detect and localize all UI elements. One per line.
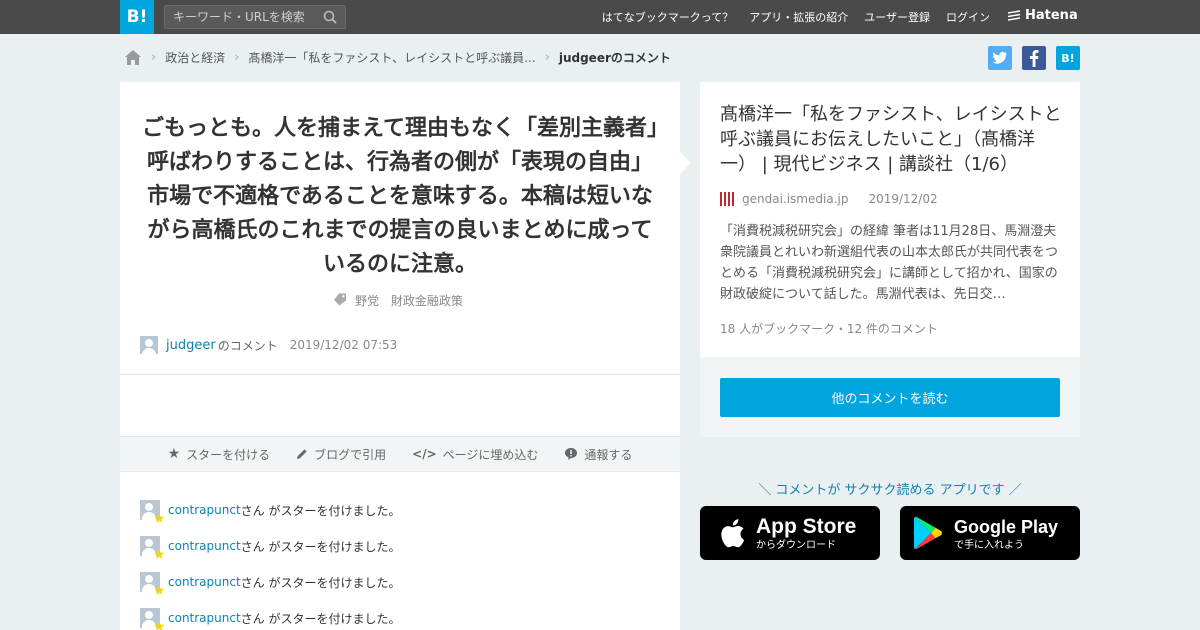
article-card: 髙橋洋一「私をファシスト、レイシストと呼ぶ議員にお伝えしたいこと」（髙橋洋一） … <box>700 82 1080 357</box>
star-badge-icon: ★ <box>153 511 166 527</box>
google-play-subtitle: で手に入れよう <box>954 539 1024 551</box>
comment-author-suffix: のコメント <box>217 338 278 353</box>
star-user[interactable]: contrapunct <box>168 539 241 553</box>
comment-author-row: judgeer のコメント 2019/12/02 07:53 <box>140 335 397 355</box>
top-nav: はてなブックマークって？ アプリ・拡張の紹介 ユーザー登録 ログイン <box>602 0 990 34</box>
twitter-share-button[interactable] <box>988 46 1012 70</box>
star-badge-icon: ★ <box>153 583 166 599</box>
star-text: さん がスターを付けました。 <box>240 575 401 590</box>
search-input[interactable] <box>165 6 315 28</box>
star-list: ★ contrapunct さん がスターを付けました。 ★ contrapun… <box>140 492 401 630</box>
site-favicon-icon <box>720 192 734 206</box>
app-store-badge[interactable]: App Store からダウンロード <box>700 506 880 560</box>
blog-quote-button[interactable]: ブログで引用 <box>296 446 386 463</box>
twitter-icon <box>992 51 1007 64</box>
tag-icon <box>334 293 347 306</box>
embed-label: ページに埋め込む <box>442 447 539 462</box>
add-star-button[interactable]: ★ スターを付ける <box>168 446 271 463</box>
search-box[interactable] <box>164 5 346 29</box>
read-more-comments-button[interactable]: 他のコメントを読む <box>720 378 1060 417</box>
nav-apps[interactable]: アプリ・拡張の紹介 <box>749 9 848 25</box>
breadcrumb-article[interactable]: 髙橋洋一「私をファシスト、レイシストと呼ぶ議員... <box>248 49 535 66</box>
star-icon: ★ <box>167 446 181 462</box>
app-store-title: App Store <box>756 514 857 538</box>
tag-link[interactable]: 野党 <box>355 294 379 308</box>
star-user[interactable]: contrapunct <box>168 503 241 517</box>
pencil-icon <box>297 449 307 459</box>
app-store-subtitle: からダウンロード <box>756 539 836 551</box>
breadcrumb-current: judgeerのコメント <box>558 50 671 65</box>
tag-link[interactable]: 財政金融政策 <box>391 294 463 308</box>
article-title[interactable]: 髙橋洋一「私をファシスト、レイシストと呼ぶ議員にお伝えしたいこと」（髙橋洋一） … <box>720 102 1065 177</box>
report-label: 通報する <box>584 447 633 462</box>
app-promo-text: ＼ コメントが サクサク読める アプリです ／ <box>758 483 1022 498</box>
star-text: さん がスターを付けました。 <box>240 503 401 518</box>
list-item: ★ contrapunct さん がスターを付けました。 <box>140 564 401 600</box>
nav-login[interactable]: ログイン <box>946 9 990 25</box>
comment-tags: 野党 財政金融政策 <box>120 292 680 309</box>
article-meta: gendai.ismedia.jp 2019/12/02 <box>720 192 938 206</box>
list-item: ★ contrapunct さん がスターを付けました。 <box>140 528 401 564</box>
search-icon[interactable] <box>323 10 337 24</box>
google-play-badge[interactable]: Google Play で手に入れよう <box>900 506 1080 560</box>
home-icon[interactable] <box>124 49 142 66</box>
google-play-title: Google Play <box>954 516 1059 537</box>
bookmark-count[interactable]: 18 人がブックマーク・12 件のコメント <box>720 320 938 337</box>
star-badge-icon: ★ <box>153 547 166 563</box>
star-text: さん がスターを付けました。 <box>240 539 401 554</box>
article-date: 2019/12/02 <box>868 192 938 206</box>
star-badge-icon: ★ <box>153 619 166 630</box>
star-text: さん がスターを付けました。 <box>240 611 401 626</box>
comment-actions: ★ スターを付ける ブログで引用 </> ページに埋め込む 通報する <box>120 436 680 472</box>
nav-about[interactable]: はてなブックマークって？ <box>602 9 733 25</box>
comment-datetime[interactable]: 2019/12/02 07:53 <box>290 338 398 352</box>
add-star-label: スターを付ける <box>186 447 271 462</box>
comment-text: ごもっとも。人を捕まえて理由もなく「差別主義者」呼ばわりすることは、行為者の側が… <box>142 116 658 277</box>
chevron-right-icon: › <box>151 49 157 65</box>
breadcrumb: › 政治と経済 › 髙橋洋一「私をファシスト、レイシストと呼ぶ議員... › j… <box>124 46 671 68</box>
facebook-share-button[interactable] <box>1022 46 1046 70</box>
brand-label: Hatena <box>1025 8 1078 23</box>
top-bar: B! はてなブックマークって？ アプリ・拡張の紹介 ユーザー登録 ログイン Ha… <box>0 0 1200 34</box>
avatar[interactable] <box>140 336 158 354</box>
hatena-bookmark-logo[interactable]: B! <box>120 0 154 34</box>
google-play-icon <box>914 516 942 550</box>
chevron-right-icon: › <box>234 49 240 65</box>
hatena-brand[interactable]: Hatena <box>1007 8 1078 23</box>
list-item: ★ contrapunct さん がスターを付けました。 <box>140 492 401 528</box>
embed-button[interactable]: </> ページに埋め込む <box>412 446 538 463</box>
hatena-share-button[interactable]: B! <box>1056 46 1080 70</box>
report-icon <box>565 448 578 460</box>
divider <box>120 374 680 375</box>
comment-author[interactable]: judgeer <box>166 338 216 353</box>
comment-card: ごもっとも。人を捕まえて理由もなく「差別主義者」呼ばわりすることは、行為者の側が… <box>120 82 680 630</box>
card-pointer <box>680 152 691 174</box>
hatena-logo-icon <box>1007 9 1021 21</box>
report-button[interactable]: 通報する <box>564 446 632 463</box>
google-play-text: Google Play で手に入れよう <box>954 515 1058 552</box>
nav-signup[interactable]: ユーザー登録 <box>864 9 930 25</box>
more-comments-panel: 他のコメントを読む <box>700 357 1080 437</box>
app-store-text: App Store からダウンロード <box>756 515 856 552</box>
article-domain[interactable]: gendai.ismedia.jp <box>742 192 848 206</box>
chevron-right-icon: › <box>544 49 550 65</box>
star-user[interactable]: contrapunct <box>168 611 241 625</box>
star-user[interactable]: contrapunct <box>168 575 241 589</box>
article-description: 「消費税減税研究会」の経緯 筆者は11月28日、馬淵澄夫衆院議員とれいわ新選組代… <box>720 224 1059 302</box>
breadcrumb-category[interactable]: 政治と経済 <box>165 49 225 66</box>
facebook-icon <box>1030 50 1039 67</box>
blog-quote-label: ブログで引用 <box>314 447 387 462</box>
apple-icon <box>721 519 745 548</box>
list-item: ★ contrapunct さん がスターを付けました。 <box>140 600 401 630</box>
code-icon: </> <box>412 447 437 461</box>
